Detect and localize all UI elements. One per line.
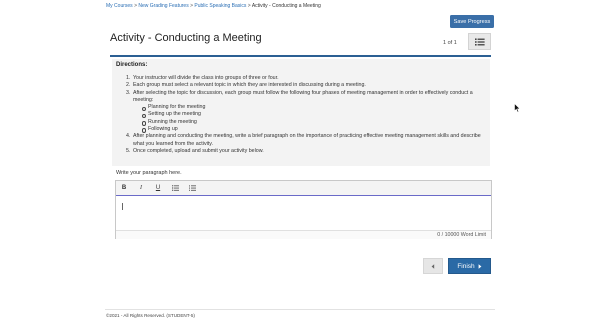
directions-title: Directions: [116, 62, 148, 68]
breadcrumb-link-my-courses[interactable]: My Courses [106, 3, 133, 9]
rich-text-editor: B I U 0 / 10000 Word Limit [115, 180, 492, 239]
title-divider [110, 55, 491, 57]
list-number: 1. [126, 75, 131, 81]
step-text: Once completed, upload and submit your a… [133, 147, 264, 154]
step-text: Your instructor will divide the class in… [133, 75, 279, 81]
editor-prompt: Write your paragraph here. [116, 170, 182, 176]
paragraph-input[interactable] [116, 197, 491, 230]
page-title: Activity - Conducting a Meeting [110, 32, 262, 44]
breadcrumb-separator: > [247, 3, 251, 9]
step-text: After selecting the topic for discussion… [133, 89, 473, 103]
list-item: 5. Once completed, upload and submit you… [126, 147, 487, 155]
breadcrumb-separator: > [190, 3, 194, 9]
bulleted-list-icon [171, 185, 179, 191]
underline-button[interactable]: U [154, 184, 162, 192]
breadcrumb-link-new-grading-features[interactable]: New Grading Features [138, 3, 188, 9]
numbered-list-button[interactable] [188, 184, 196, 192]
mouse-pointer-icon [514, 103, 521, 113]
footer-divider [105, 309, 495, 310]
caret-right-icon [478, 263, 482, 269]
list-number: 3. [126, 89, 131, 96]
numbered-list-icon [188, 185, 196, 191]
save-progress-button[interactable]: Save Progress [450, 15, 494, 28]
breadcrumb-separator: > [134, 3, 137, 9]
list-number: 5. [126, 147, 131, 154]
phase-item: Running the meeting [142, 119, 487, 126]
list-item: 1. Your instructor will divide the class… [126, 75, 487, 82]
breadcrumb-current: Activity - Conducting a Meeting [251, 3, 321, 9]
breadcrumb-link-public-speaking-basics[interactable]: Public Speaking Basics [194, 3, 246, 9]
page-list-button[interactable] [468, 33, 491, 50]
directions-panel: Directions: 1. Your instructor will divi… [112, 59, 490, 166]
page-count: 1 of 1 [443, 40, 457, 46]
list-item: 4. After planning and conducting the mee… [126, 133, 487, 148]
breadcrumb: My Courses > New Grading Features > Publ… [106, 3, 321, 9]
phases-list: Planning for the meeting Setting up the … [133, 104, 487, 134]
step-text: Each group must select a relevant topic … [133, 82, 366, 89]
word-limit-counter: 0 / 10000 Word Limit [116, 230, 491, 239]
phase-item: Setting up the meeting [142, 111, 487, 119]
phase-item: Planning for the meeting [142, 104, 487, 112]
editor-toolbar: B I U [116, 181, 491, 196]
previous-button[interactable] [423, 258, 443, 274]
italic-button[interactable]: I [137, 184, 145, 192]
finish-button[interactable]: Finish [448, 258, 491, 274]
bold-button[interactable]: B [120, 184, 128, 192]
bulleted-list-button[interactable] [171, 184, 179, 192]
step-text: After planning and conducting the meetin… [133, 133, 481, 147]
chevron-left-icon [431, 263, 435, 269]
list-number: 2. [126, 82, 131, 89]
footer-copyright: ©2021 - All Rights Reserved. (STUDENT-5) [106, 313, 195, 318]
list-item: 3. After selecting the topic for discuss… [126, 89, 487, 134]
phase-item: Following up [142, 126, 487, 134]
finish-label: Finish [457, 262, 475, 270]
list-number: 4. [126, 133, 131, 140]
list-item: 2. Each group must select a relevant top… [126, 82, 487, 89]
text-caret [122, 203, 123, 210]
directions-list: 1. Your instructor will divide the class… [126, 75, 487, 155]
list-icon [474, 38, 485, 45]
